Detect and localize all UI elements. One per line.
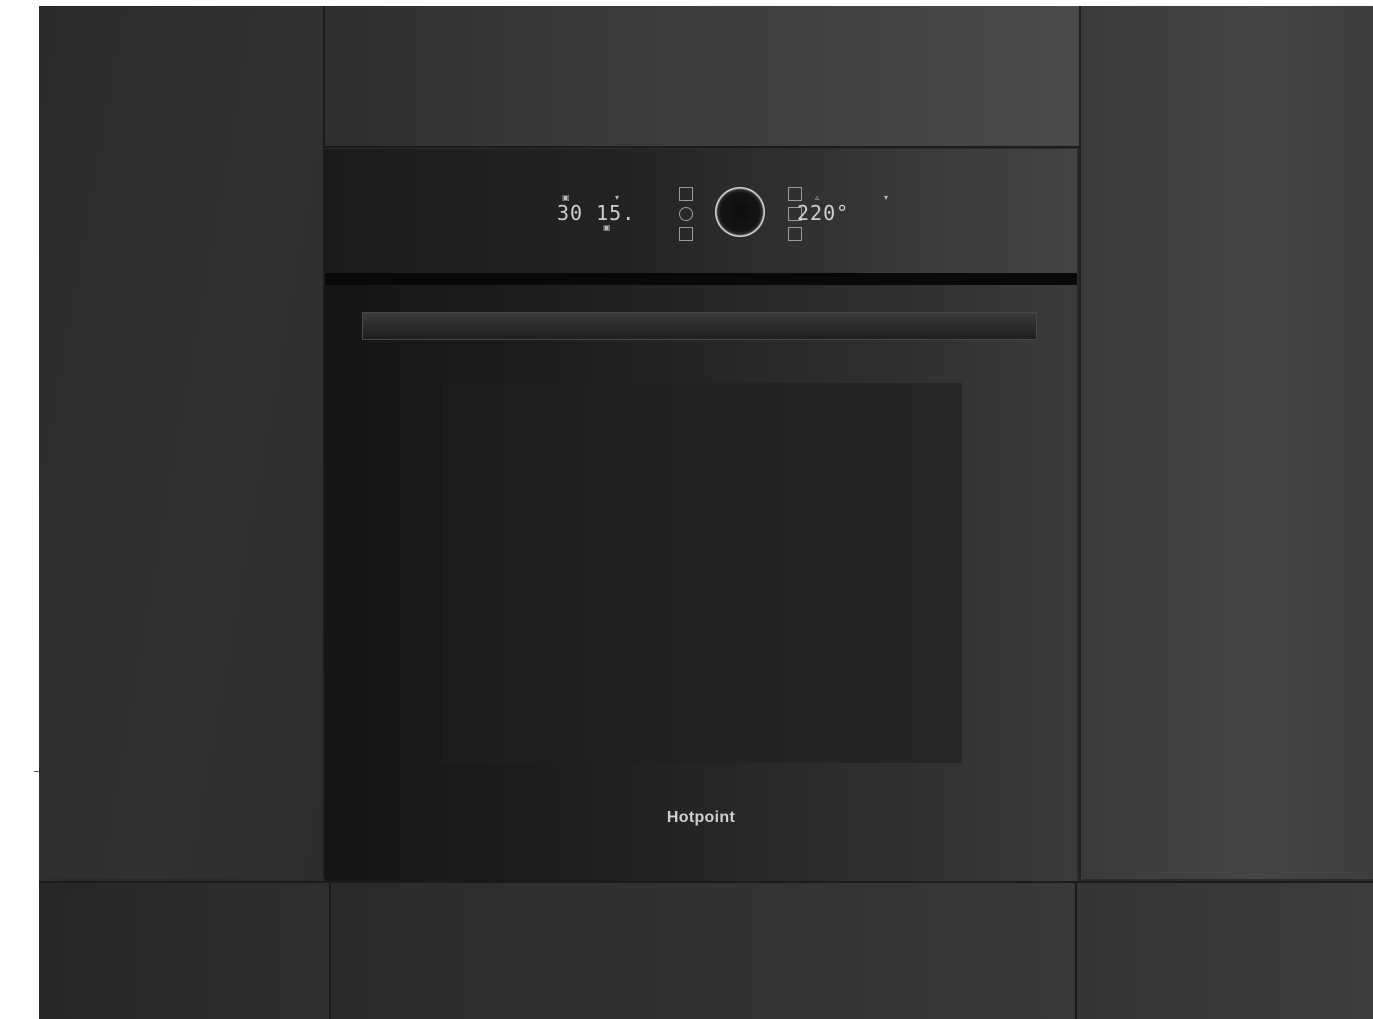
- brand-logo: Hotpoint: [666, 809, 736, 826]
- drawer-bottom-right: [1075, 881, 1373, 1019]
- door-window: [442, 383, 962, 763]
- settings-icon[interactable]: [788, 227, 802, 241]
- temperature-display: 220°: [797, 201, 850, 225]
- arrow-indicator-icon-right: ▾: [884, 193, 889, 202]
- menu-icon[interactable]: [788, 187, 802, 201]
- cabinet-left: [39, 6, 325, 879]
- drawer-bottom-left: [39, 881, 331, 1019]
- grill-icon[interactable]: [679, 187, 693, 201]
- cabinet-right: [1079, 6, 1373, 879]
- built-in-oven: ▣ ▣ ▾ 30 15. ▵ ▾ 220° Hotpoint: [325, 149, 1077, 881]
- door-handle[interactable]: [362, 312, 1037, 340]
- control-panel: ▣ ▣ ▾ 30 15. ▵ ▾ 220°: [325, 149, 1077, 276]
- drawer-bottom-middle: [331, 881, 1075, 1019]
- left-function-icons: [677, 187, 695, 247]
- fan-icon[interactable]: [679, 227, 693, 241]
- cabinet-top: [325, 6, 1079, 148]
- vent-strip: [325, 273, 1077, 285]
- clock-icon[interactable]: [679, 207, 693, 221]
- control-knob-icon[interactable]: [715, 187, 765, 237]
- kitchen-scene: ▣ ▣ ▾ 30 15. ▵ ▾ 220° Hotpoint: [39, 6, 1373, 1019]
- oven-door[interactable]: Hotpoint: [325, 285, 1077, 881]
- timer-display: 30 15.: [557, 201, 636, 225]
